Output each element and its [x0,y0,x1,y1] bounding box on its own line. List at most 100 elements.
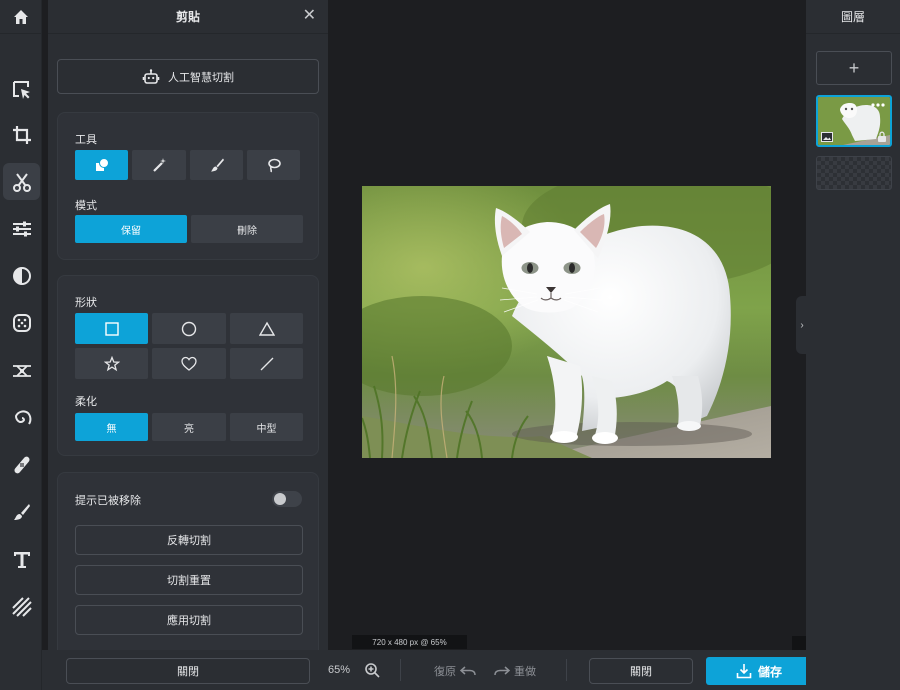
home-button[interactable] [0,0,41,34]
layers-title: 圖層 [806,0,900,34]
mode-section-label: 模式 [75,200,97,212]
stripes-icon [11,596,32,617]
image-layer-icon [821,132,833,142]
pattern-tool-button[interactable] [3,588,40,625]
brush-option[interactable] [190,150,243,180]
plus-icon: + [848,57,860,78]
mode-keep-option[interactable]: 保留 [75,215,187,243]
filter-tool-button[interactable] [3,257,40,294]
lock-icon[interactable] [877,131,887,142]
panel-title: 剪貼 [175,10,200,24]
add-layer-button[interactable]: + [816,51,892,85]
text-tool-button[interactable] [3,541,40,578]
crop-tool-button[interactable] [3,116,40,153]
hint-toggle[interactable] [272,491,302,507]
bottom-bar: 關閉 65% 復原 重做 關閉 儲存 [42,650,812,690]
zoom-in-icon[interactable] [364,662,380,678]
select-tool-button[interactable] [3,71,40,108]
lasso-option[interactable] [247,150,300,180]
chevron-right-icon: › [800,319,804,331]
star-shape-option[interactable] [75,348,148,379]
hint-label: 提示已被移除 [75,495,141,507]
circle-shape-option[interactable] [152,313,226,344]
shape-tool-option[interactable] [75,150,128,180]
ai-cut-label: 人工智慧切割 [168,71,234,84]
line-shape-option[interactable] [230,348,303,379]
redo-button[interactable]: 重做 [494,663,536,679]
lasso-icon [267,158,281,173]
reset-cut-button[interactable]: 切割重置 [75,565,303,595]
triangle-icon [258,321,275,336]
magic-wand-option[interactable] [132,150,186,180]
brush-icon [210,158,224,172]
panel-close-button[interactable]: 關閉 [66,658,310,684]
left-toolbar [0,0,42,690]
save-button[interactable]: 儲存 [706,657,812,685]
shapes-icon [95,158,109,171]
tool-card: 工具 模式 保留 刪除 [57,112,319,260]
nodes-icon [12,364,31,377]
dots-grid-icon [12,313,31,332]
liquify-tool-button[interactable] [3,352,40,389]
download-icon [736,664,752,679]
layer-more-icon[interactable] [870,101,886,109]
draw-tool-button[interactable] [3,493,40,530]
feather-light-option[interactable]: 亮 [152,413,226,441]
heal-tool-button[interactable] [3,446,40,483]
redo-icon [494,666,510,676]
square-icon [104,321,119,336]
scrollbar-corner [792,636,806,650]
feather-none-option[interactable]: 無 [75,413,148,441]
select-arrow-icon [12,80,30,99]
redo-label: 重做 [514,666,536,678]
scissors-icon [12,172,31,192]
tool-section-label: 工具 [75,134,97,146]
shape-selector [75,313,307,379]
line-icon [260,357,273,370]
text-icon [13,551,30,568]
robot-icon [142,68,160,84]
feather-medium-option[interactable]: 中型 [230,413,303,441]
star-icon [103,355,120,371]
layer-item-photo[interactable] [816,95,892,147]
undo-button[interactable]: 復原 [434,663,476,679]
shape-card: 形狀 柔化 無 亮 中型 [57,275,319,456]
shape-section-label: 形狀 [75,297,97,309]
invert-cut-button[interactable]: 反轉切割 [75,525,303,555]
layer-item-empty[interactable] [816,156,892,190]
brush-icon [13,503,30,520]
cut-tool-button[interactable] [3,163,40,200]
canvas-area[interactable]: 720 x 480 px @ 65% [328,0,806,650]
actions-card: 提示已被移除 反轉切割 切割重置 應用切割 [57,472,319,658]
magic-wand-icon [153,158,166,172]
circle-icon [181,321,197,336]
zoom-level[interactable]: 65% [328,664,350,676]
toggle-knob [274,493,286,505]
apply-cut-button[interactable]: 應用切割 [75,605,303,635]
close-editor-button[interactable]: 關閉 [589,658,693,684]
triangle-shape-option[interactable] [230,313,303,344]
feather-section-label: 柔化 [75,396,97,408]
home-icon [13,9,28,24]
save-label: 儲存 [757,664,782,679]
feather-selector: 無 亮 中型 [75,413,303,441]
contrast-icon [12,266,31,285]
canvas-dimensions-label: 720 x 480 px @ 65% [352,635,467,649]
undo-label: 復原 [434,666,456,678]
adjust-tool-button[interactable] [3,210,40,247]
cat-photo[interactable] [362,186,771,458]
ai-cut-button[interactable]: 人工智慧切割 [57,59,319,94]
effects-tool-button[interactable] [3,304,40,341]
layers-panel: 圖層 + [806,0,900,690]
swirl-tool-button[interactable] [3,399,40,436]
square-shape-option[interactable] [75,313,148,344]
cut-panel: 剪貼 ✕ 人工智慧切割 工具 模式 保留 刪除 形狀 柔化 無 亮 中型 提示已… [48,0,328,658]
cat-image [362,186,771,458]
heart-shape-option[interactable] [152,348,226,379]
sliders-icon [12,221,31,236]
tool-selector [75,150,300,180]
toolbar-divider [400,659,401,681]
close-icon[interactable]: ✕ [303,8,316,24]
crop-icon [12,125,31,144]
mode-delete-option[interactable]: 刪除 [191,215,303,243]
